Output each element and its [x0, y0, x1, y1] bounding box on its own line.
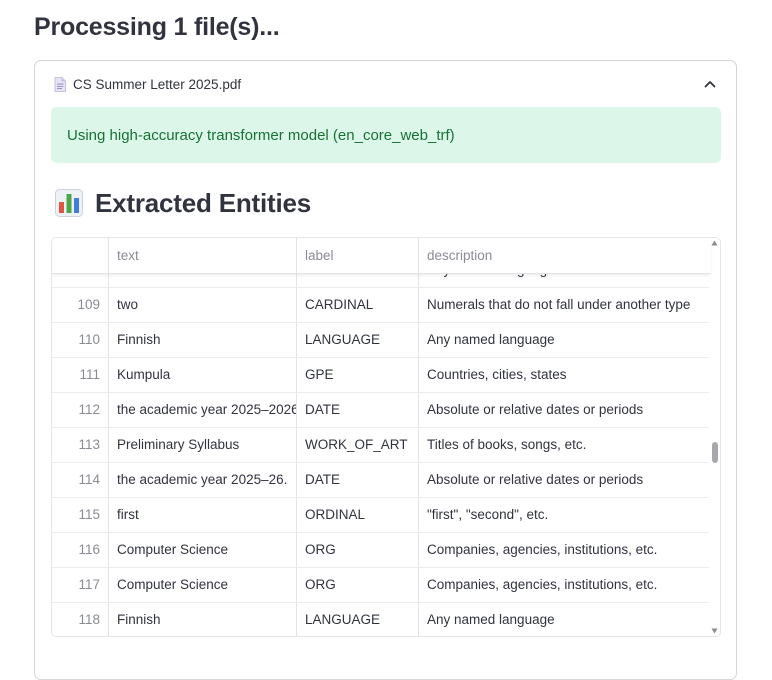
row-index: 113	[78, 437, 100, 452]
row-index: 114	[78, 472, 100, 487]
scrollbar-thumb[interactable]	[712, 442, 718, 463]
entities-table[interactable]: text label description 108 Finnish LANGU…	[51, 237, 721, 637]
row-index: 110	[78, 332, 100, 347]
cell-text: Finnish	[108, 323, 296, 357]
cell-text: Kumpula	[108, 358, 296, 392]
cell-label: WORK_OF_ART	[296, 428, 418, 462]
row-index: 116	[78, 542, 100, 557]
cell-description: Numerals that do not fall under another …	[418, 288, 711, 322]
cell-text: Computer Science	[108, 533, 296, 567]
cell-label: DATE	[296, 463, 418, 497]
chevron-up-icon[interactable]	[704, 79, 716, 89]
cell-label: LANGUAGE	[296, 323, 418, 357]
row-index: 109	[77, 297, 100, 312]
row-index: 115	[78, 507, 100, 522]
row-index: 117	[78, 577, 100, 592]
table-scrollbar[interactable]	[709, 238, 720, 636]
table-row[interactable]: 113 Preliminary Syllabus WORK_OF_ART Tit…	[52, 428, 711, 463]
page-title: Processing 1 file(s)...	[34, 13, 280, 41]
table-row[interactable]: 114 the academic year 2025–26. DATE Abso…	[52, 463, 711, 498]
cell-label: ORG	[296, 533, 418, 567]
cell-label: DATE	[296, 393, 418, 427]
column-header-index[interactable]	[52, 238, 108, 273]
expander-header[interactable]: CS Summer Letter 2025.pdf	[35, 61, 736, 109]
table-header: text label description	[52, 238, 711, 274]
table-row[interactable]: 110 Finnish LANGUAGE Any named language	[52, 323, 711, 358]
document-icon	[54, 77, 66, 92]
table-row[interactable]: 109 two CARDINAL Numerals that do not fa…	[52, 288, 711, 323]
scroll-down-arrow-icon[interactable]	[711, 628, 718, 634]
section-heading: Extracted Entities	[55, 185, 311, 221]
cell-description: Companies, agencies, institutions, etc.	[418, 568, 711, 602]
cell-label: GPE	[296, 358, 418, 392]
table-row[interactable]: 118 Finnish LANGUAGE Any named language	[52, 603, 711, 636]
cell-description: Absolute or relative dates or periods	[418, 393, 711, 427]
cell-description: Any named language	[418, 323, 711, 357]
cell-text: Finnish	[108, 603, 296, 636]
cell-description: "first", "second", etc.	[418, 498, 711, 532]
cell-description: Titles of books, songs, etc.	[418, 428, 711, 462]
row-index: 112	[78, 402, 100, 417]
file-expander: CS Summer Letter 2025.pdf Using high-acc…	[34, 60, 737, 680]
scroll-up-arrow-icon[interactable]	[711, 240, 718, 246]
cell-label: ORDINAL	[296, 498, 418, 532]
cell-text: first	[108, 498, 296, 532]
cell-description: Companies, agencies, institutions, etc.	[418, 533, 711, 567]
info-alert: Using high-accuracy transformer model (e…	[51, 107, 721, 163]
row-index: 118	[78, 612, 100, 627]
table-row[interactable]: 112 the academic year 2025–2026 DATE Abs…	[52, 393, 711, 428]
column-header-text[interactable]: text	[108, 238, 296, 273]
bar-chart-emoji-icon	[55, 189, 83, 217]
table-row[interactable]: 116 Computer Science ORG Companies, agen…	[52, 533, 711, 568]
cell-description: Absolute or relative dates or periods	[418, 463, 711, 497]
cell-text: the academic year 2025–26.	[108, 463, 296, 497]
cell-label: CARDINAL	[296, 288, 418, 322]
table-row[interactable]: 115 first ORDINAL "first", "second", etc…	[52, 498, 711, 533]
info-message: Using high-accuracy transformer model (e…	[67, 127, 455, 144]
table-row[interactable]: 111 Kumpula GPE Countries, cities, state…	[52, 358, 711, 393]
table-row[interactable]: 117 Computer Science ORG Companies, agen…	[52, 568, 711, 603]
cell-text: two	[108, 288, 296, 322]
cell-text: the academic year 2025–2026	[108, 393, 296, 427]
cell-label: LANGUAGE	[296, 603, 418, 636]
cell-description: Any named language	[418, 603, 711, 636]
expander-title: CS Summer Letter 2025.pdf	[73, 77, 242, 92]
column-header-description[interactable]: description	[418, 238, 711, 273]
cell-description: Countries, cities, states	[418, 358, 711, 392]
cell-label: ORG	[296, 568, 418, 602]
cell-text: Computer Science	[108, 568, 296, 602]
section-title: Extracted Entities	[95, 187, 312, 218]
cell-text: Preliminary Syllabus	[108, 428, 296, 462]
column-header-label[interactable]: label	[296, 238, 418, 273]
row-index: 111	[79, 367, 100, 382]
